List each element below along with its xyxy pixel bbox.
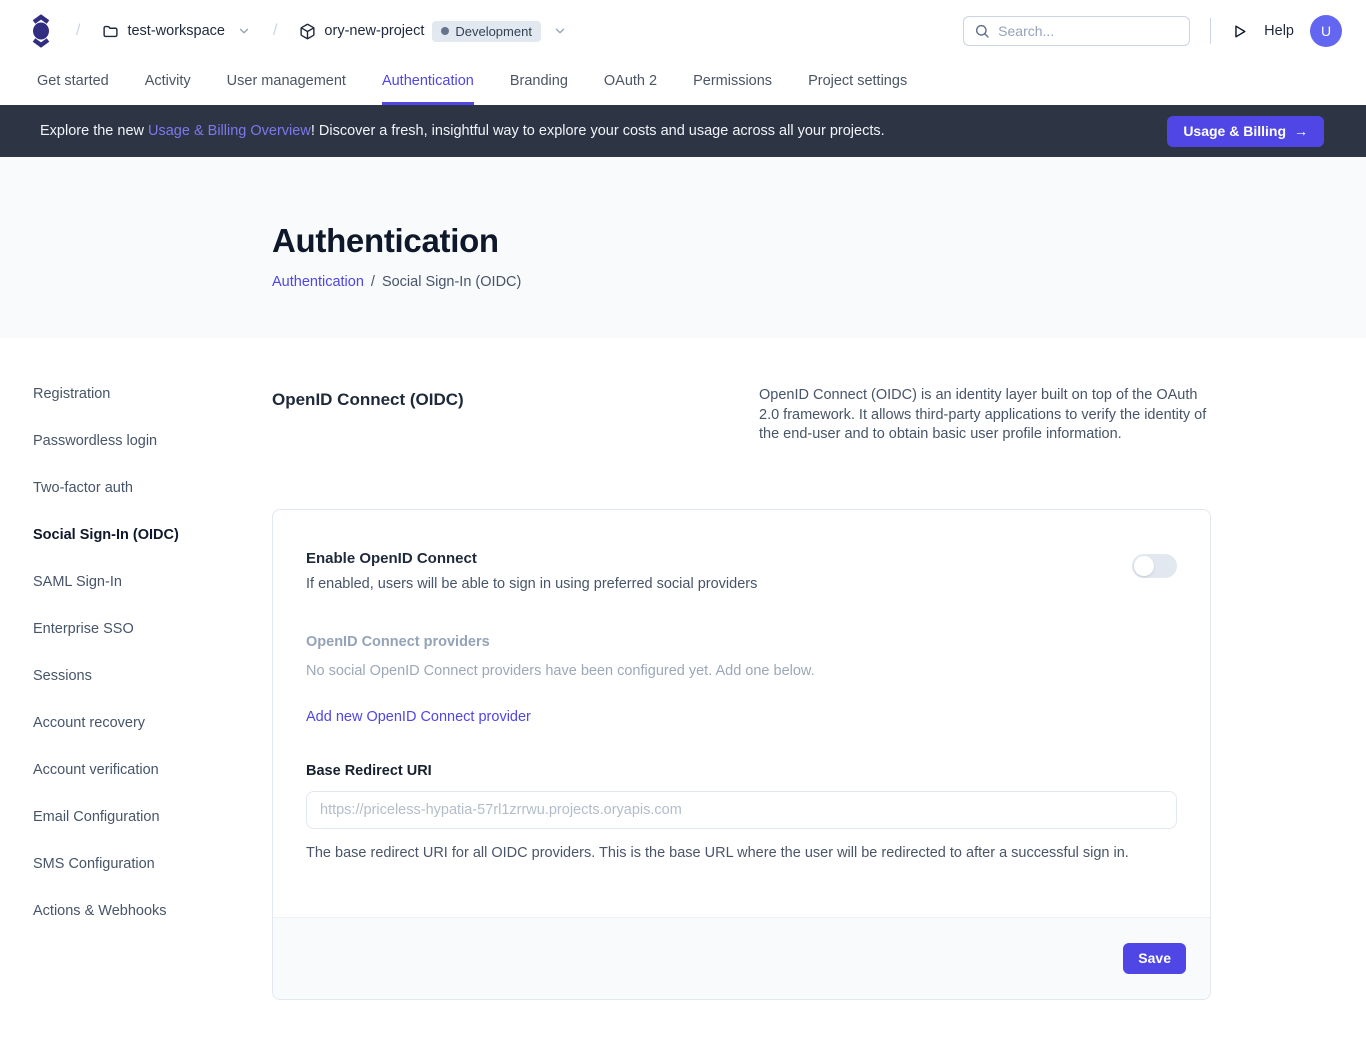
banner-message: Explore the new Usage & Billing Overview… xyxy=(40,123,1167,139)
usage-billing-button[interactable]: Usage & Billing → xyxy=(1167,116,1324,147)
chevron-down-icon xyxy=(553,24,567,38)
search-input[interactable] xyxy=(998,23,1179,39)
search-box[interactable] xyxy=(963,16,1190,46)
topbar: / test-workspace / ory-new-project xyxy=(0,0,1366,62)
sidebar-item-sessions[interactable]: Sessions xyxy=(32,668,272,684)
workspace-name: test-workspace xyxy=(127,23,225,39)
tab-activity[interactable]: Activity xyxy=(145,62,191,105)
package-icon xyxy=(299,23,316,40)
tab-user-management[interactable]: User management xyxy=(227,62,346,105)
sidebar-item-sms-configuration[interactable]: SMS Configuration xyxy=(32,856,272,872)
section-title: OpenID Connect (OIDC) xyxy=(272,386,464,410)
enable-oidc-description: If enabled, users will be able to sign i… xyxy=(306,576,757,592)
topbar-divider xyxy=(1210,18,1211,44)
breadcrumb-separator: / xyxy=(68,22,88,40)
announcement-banner: Explore the new Usage & Billing Overview… xyxy=(0,105,1366,157)
project-name: ory-new-project xyxy=(324,23,424,39)
settings-sidenav: Registration Passwordless login Two-fact… xyxy=(32,386,272,1000)
arrow-right-icon: → xyxy=(1294,123,1308,139)
main-panel: OpenID Connect (OIDC) OpenID Connect (OI… xyxy=(272,386,1211,1000)
tab-permissions[interactable]: Permissions xyxy=(693,62,772,105)
sidebar-item-registration[interactable]: Registration xyxy=(32,386,272,402)
enable-oidc-toggle[interactable] xyxy=(1132,554,1177,578)
section-description: OpenID Connect (OIDC) is an identity lay… xyxy=(759,386,1211,445)
toggle-knob xyxy=(1134,556,1154,576)
providers-empty-state: No social OpenID Connect providers have … xyxy=(306,663,1177,679)
tab-project-settings[interactable]: Project settings xyxy=(808,62,907,105)
breadcrumb-authentication-link[interactable]: Authentication xyxy=(272,274,364,290)
breadcrumb: Authentication / Social Sign-In (OIDC) xyxy=(272,274,1366,290)
enable-oidc-title: Enable OpenID Connect xyxy=(306,550,757,567)
page-header: Authentication Authentication / Social S… xyxy=(0,157,1366,338)
banner-text-suffix: ! Discover a fresh, insightful way to ex… xyxy=(311,123,885,139)
oidc-settings-card: Enable OpenID Connect If enabled, users … xyxy=(272,509,1211,1000)
content-area: Registration Passwordless login Two-fact… xyxy=(0,338,1366,1000)
sidebar-item-passwordless-login[interactable]: Passwordless login xyxy=(32,433,272,449)
save-button[interactable]: Save xyxy=(1123,943,1186,974)
environment-dot-icon xyxy=(441,27,449,35)
tab-branding[interactable]: Branding xyxy=(510,62,568,105)
breadcrumb-current: Social Sign-In (OIDC) xyxy=(382,274,521,290)
sidebar-item-two-factor-auth[interactable]: Two-factor auth xyxy=(32,480,272,496)
providers-section-title: OpenID Connect providers xyxy=(306,634,1177,650)
sidebar-item-saml-sign-in[interactable]: SAML Sign-In xyxy=(32,574,272,590)
page-title: Authentication xyxy=(272,222,1366,260)
sidebar-item-account-verification[interactable]: Account verification xyxy=(32,762,272,778)
ory-logo-icon[interactable] xyxy=(28,13,54,49)
chevron-down-icon xyxy=(237,24,251,38)
sidebar-item-account-recovery[interactable]: Account recovery xyxy=(32,715,272,731)
add-oidc-provider-link[interactable]: Add new OpenID Connect provider xyxy=(306,709,531,725)
environment-label: Development xyxy=(455,24,532,39)
usage-billing-button-label: Usage & Billing xyxy=(1183,123,1286,139)
tab-get-started[interactable]: Get started xyxy=(37,62,109,105)
breadcrumb-separator: / xyxy=(265,22,285,40)
help-link[interactable]: Help xyxy=(1264,23,1294,39)
card-footer: Save xyxy=(273,917,1210,999)
breadcrumb-separator: / xyxy=(371,274,375,290)
tab-authentication[interactable]: Authentication xyxy=(382,62,474,105)
sidebar-item-actions-webhooks[interactable]: Actions & Webhooks xyxy=(32,903,272,919)
workspace-switcher[interactable]: test-workspace xyxy=(102,23,251,40)
sidebar-item-email-configuration[interactable]: Email Configuration xyxy=(32,809,272,825)
banner-text-prefix: Explore the new xyxy=(40,123,148,139)
user-avatar[interactable]: U xyxy=(1310,15,1342,47)
base-redirect-uri-input[interactable] xyxy=(306,791,1177,829)
sidebar-item-enterprise-sso[interactable]: Enterprise SSO xyxy=(32,621,272,637)
tab-oauth2[interactable]: OAuth 2 xyxy=(604,62,657,105)
base-redirect-uri-label: Base Redirect URI xyxy=(306,763,1177,779)
project-nav-tabs: Get started Activity User management Aut… xyxy=(0,62,1366,105)
folder-icon xyxy=(102,23,119,40)
search-icon xyxy=(974,23,990,39)
usage-billing-overview-link[interactable]: Usage & Billing Overview xyxy=(148,123,311,139)
base-redirect-uri-help: The base redirect URI for all OIDC provi… xyxy=(306,845,1177,861)
sidebar-item-social-sign-in[interactable]: Social Sign-In (OIDC) xyxy=(32,527,272,543)
project-switcher[interactable]: ory-new-project Development xyxy=(299,21,567,42)
environment-badge: Development xyxy=(432,21,541,42)
play-icon[interactable] xyxy=(1231,23,1248,40)
